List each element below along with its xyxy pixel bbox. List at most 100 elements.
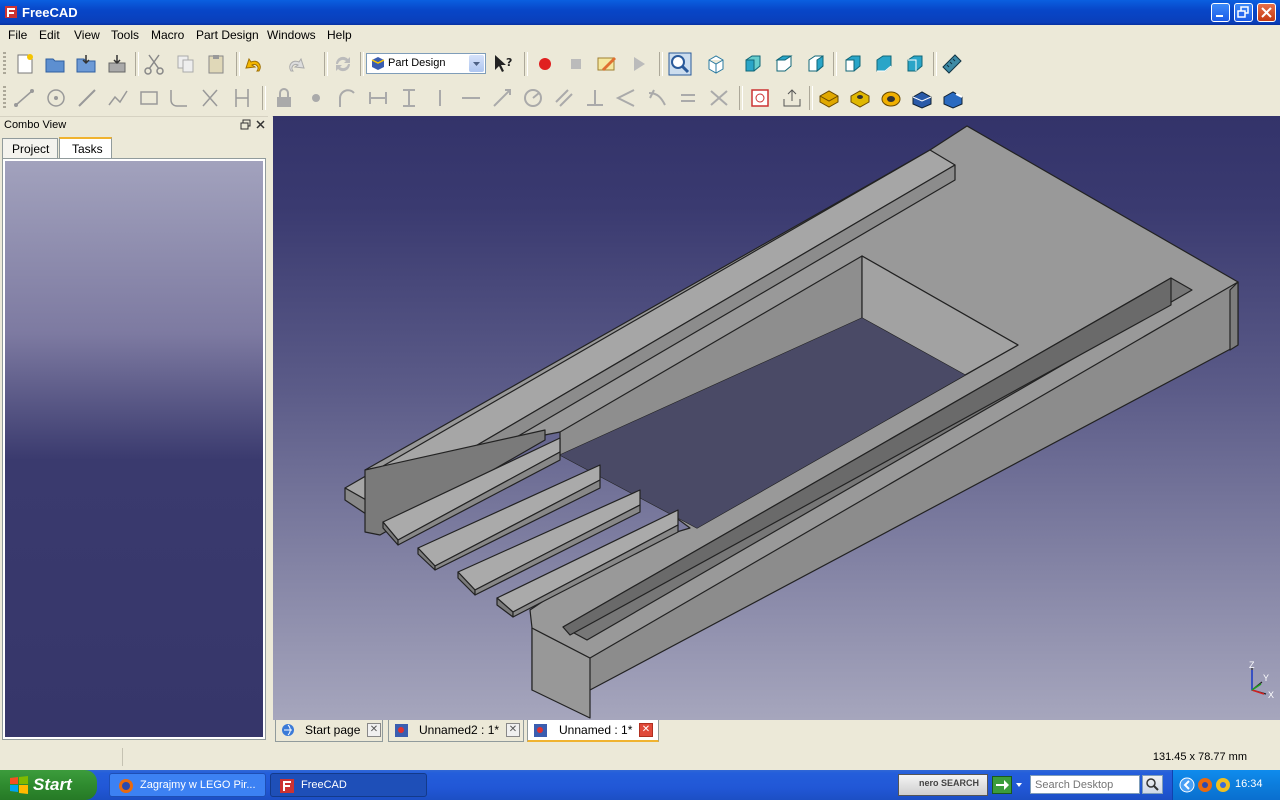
bottom-view-icon[interactable] — [873, 53, 895, 75]
minimize-button[interactable] — [1211, 3, 1230, 22]
sketch-arc-icon[interactable] — [76, 87, 98, 109]
whats-this-icon[interactable]: ? — [492, 53, 514, 75]
tray-network-icon[interactable] — [1215, 777, 1231, 793]
float-panel-icon[interactable] — [240, 119, 251, 130]
new-sketch-icon[interactable] — [749, 87, 771, 109]
lock-constraint-icon[interactable] — [273, 87, 295, 109]
toolbar-separator — [360, 52, 364, 76]
distance-constraint-icon[interactable] — [491, 87, 513, 109]
vertical-constraint-icon[interactable] — [429, 87, 451, 109]
sketch-rectangle-icon[interactable] — [138, 87, 160, 109]
close-tab-icon[interactable]: ✕ — [639, 723, 653, 737]
pocket-icon[interactable] — [849, 87, 871, 109]
fillet-icon[interactable] — [911, 87, 933, 109]
3d-model[interactable] — [273, 116, 1280, 720]
doc-tab-start-page[interactable]: Start page ✕ — [275, 720, 383, 742]
vertical-distance-icon[interactable] — [398, 87, 420, 109]
right-view-icon[interactable] — [805, 53, 827, 75]
tray-firefox-icon[interactable] — [1197, 777, 1213, 793]
perpendicular-constraint-icon[interactable] — [584, 87, 606, 109]
revolution-icon[interactable] — [880, 87, 902, 109]
radius-constraint-icon[interactable] — [522, 87, 544, 109]
start-button[interactable]: Start — [0, 770, 97, 800]
top-view-icon[interactable] — [773, 53, 795, 75]
undo-icon[interactable] — [243, 53, 265, 75]
menu-part-design[interactable]: Part Design — [196, 28, 259, 42]
angle-constraint-icon[interactable] — [615, 87, 637, 109]
menu-file[interactable]: File — [8, 28, 27, 42]
horizontal-distance-icon[interactable] — [367, 87, 389, 109]
measure-icon[interactable] — [941, 53, 963, 75]
workbench-selector[interactable]: Part Design — [366, 53, 486, 74]
left-view-icon[interactable] — [904, 53, 926, 75]
tab-project[interactable]: Project — [2, 138, 58, 158]
sketch-trim-icon[interactable] — [199, 87, 221, 109]
sketch-external-icon[interactable] — [231, 87, 253, 109]
toolbar-separator — [135, 52, 139, 76]
sketch-polyline-icon[interactable] — [107, 87, 129, 109]
close-tab-icon[interactable]: ✕ — [367, 723, 381, 737]
menu-edit[interactable]: Edit — [39, 28, 60, 42]
nero-search-logo[interactable]: nero SEARCH — [898, 774, 988, 796]
parallel-constraint-icon[interactable] — [553, 87, 575, 109]
sketch-line-icon[interactable] — [13, 87, 35, 109]
close-button[interactable] — [1257, 3, 1276, 22]
go-button[interactable] — [992, 776, 1012, 794]
stop-macro-icon[interactable] — [565, 53, 587, 75]
chevron-down-icon[interactable] — [469, 55, 484, 72]
rear-view-icon[interactable] — [842, 53, 864, 75]
save-icon[interactable] — [75, 53, 97, 75]
save-as-icon[interactable] — [106, 53, 128, 75]
chamfer-icon[interactable] — [942, 87, 964, 109]
copy-icon[interactable] — [175, 53, 197, 75]
close-panel-icon[interactable] — [255, 119, 266, 130]
tab-tasks[interactable]: Tasks — [59, 137, 112, 159]
desktop-search-input[interactable] — [1031, 776, 1139, 793]
menu-tools[interactable]: Tools — [111, 28, 139, 42]
title-bar: FreeCAD — [0, 0, 1280, 25]
doc-tab-unnamed[interactable]: Unnamed : 1* ✕ — [527, 720, 659, 742]
toolbar-separator — [739, 86, 743, 110]
tasks-panel — [2, 158, 266, 740]
toolbar-handle[interactable] — [3, 86, 6, 110]
horizontal-constraint-icon[interactable] — [460, 87, 482, 109]
open-icon[interactable] — [44, 53, 66, 75]
point-constraint-icon[interactable] — [305, 87, 327, 109]
sketch-circle-icon[interactable] — [45, 87, 67, 109]
paste-icon[interactable] — [205, 53, 227, 75]
leave-sketch-icon[interactable] — [781, 87, 803, 109]
status-dimensions: 131.45 x 78.77 mm — [1152, 751, 1247, 763]
edit-macro-icon[interactable] — [596, 53, 618, 75]
restore-button[interactable] — [1234, 3, 1253, 22]
new-document-icon[interactable] — [14, 53, 36, 75]
front-view-icon[interactable] — [742, 53, 764, 75]
chevron-down-icon[interactable] — [1015, 782, 1023, 788]
equal-constraint-icon[interactable] — [677, 87, 699, 109]
record-macro-icon[interactable] — [534, 53, 556, 75]
axonometric-view-icon[interactable] — [705, 53, 727, 75]
menu-view[interactable]: View — [74, 28, 100, 42]
task-freecad[interactable]: FreeCAD — [270, 773, 427, 797]
toolbar-handle[interactable] — [3, 52, 6, 76]
redo-icon[interactable] — [285, 53, 307, 75]
fit-all-icon[interactable] — [668, 52, 692, 76]
close-tab-icon[interactable]: ✕ — [506, 723, 520, 737]
doc-tab-unnamed2[interactable]: Unnamed2 : 1* ✕ — [388, 720, 524, 742]
cut-icon[interactable] — [143, 53, 165, 75]
symmetric-constraint-icon[interactable] — [708, 87, 730, 109]
task-firefox[interactable]: Zagrajmy w LEGO Pir... — [109, 773, 266, 797]
menu-windows[interactable]: Windows — [267, 28, 316, 42]
tangent-curve-icon[interactable] — [646, 87, 668, 109]
tray-back-icon[interactable] — [1179, 777, 1195, 793]
search-button[interactable] — [1142, 775, 1163, 794]
tangent-constraint-icon[interactable] — [336, 87, 358, 109]
play-macro-icon[interactable] — [628, 53, 650, 75]
splitter[interactable] — [268, 116, 272, 742]
menu-help[interactable]: Help — [327, 28, 352, 42]
sketch-fillet-icon[interactable] — [168, 87, 190, 109]
3d-viewport[interactable]: Z Y X — [273, 116, 1280, 720]
refresh-icon[interactable] — [332, 53, 354, 75]
menu-macro[interactable]: Macro — [151, 28, 184, 42]
pad-icon[interactable] — [818, 87, 840, 109]
desktop-search[interactable] — [1030, 775, 1140, 794]
